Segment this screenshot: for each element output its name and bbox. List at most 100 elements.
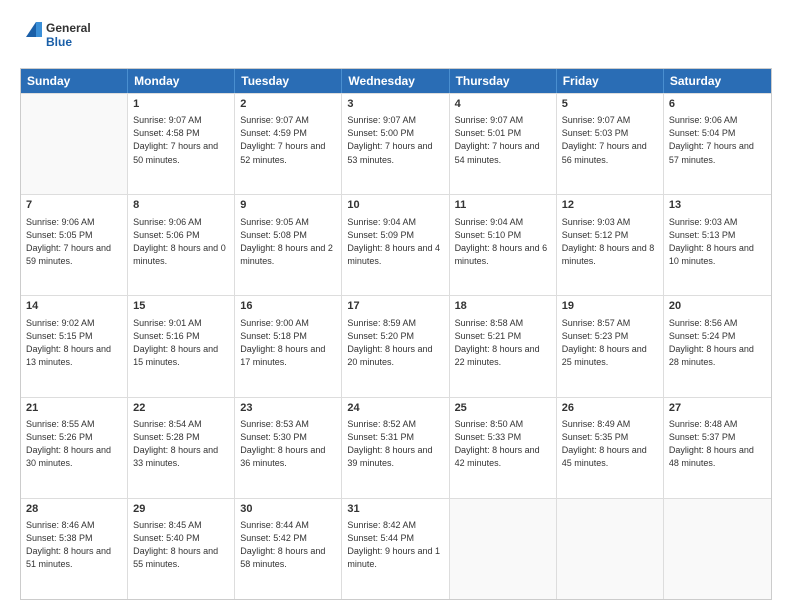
sunset-text: Sunset: 5:00 PM — [347, 127, 443, 140]
daylight-text: Daylight: 8 hours and 45 minutes. — [562, 444, 658, 470]
day-number: 25 — [455, 401, 551, 416]
cal-cell: 10Sunrise: 9:04 AMSunset: 5:09 PMDayligh… — [342, 195, 449, 295]
sunset-text: Sunset: 4:59 PM — [240, 127, 336, 140]
day-number: 2 — [240, 97, 336, 112]
day-number: 8 — [133, 198, 229, 213]
cal-cell — [21, 94, 128, 194]
sunset-text: Sunset: 5:10 PM — [455, 229, 551, 242]
sunset-text: Sunset: 5:09 PM — [347, 229, 443, 242]
daylight-text: Daylight: 8 hours and 0 minutes. — [133, 242, 229, 268]
week-row-3: 14Sunrise: 9:02 AMSunset: 5:15 PMDayligh… — [21, 295, 771, 396]
daylight-text: Daylight: 7 hours and 54 minutes. — [455, 140, 551, 166]
cal-cell: 1Sunrise: 9:07 AMSunset: 4:58 PMDaylight… — [128, 94, 235, 194]
daylight-text: Daylight: 7 hours and 56 minutes. — [562, 140, 658, 166]
cal-cell: 24Sunrise: 8:52 AMSunset: 5:31 PMDayligh… — [342, 398, 449, 498]
day-number: 23 — [240, 401, 336, 416]
cal-cell: 8Sunrise: 9:06 AMSunset: 5:06 PMDaylight… — [128, 195, 235, 295]
daylight-text: Daylight: 8 hours and 17 minutes. — [240, 343, 336, 369]
day-number: 28 — [26, 502, 122, 517]
day-number: 26 — [562, 401, 658, 416]
day-number: 20 — [669, 299, 766, 314]
day-number: 5 — [562, 97, 658, 112]
day-number: 31 — [347, 502, 443, 517]
header-day-friday: Friday — [557, 69, 664, 93]
svg-text:General: General — [46, 21, 90, 35]
sunset-text: Sunset: 5:20 PM — [347, 330, 443, 343]
day-number: 21 — [26, 401, 122, 416]
sunrise-text: Sunrise: 9:03 AM — [562, 216, 658, 229]
sunset-text: Sunset: 5:33 PM — [455, 431, 551, 444]
cal-cell: 7Sunrise: 9:06 AMSunset: 5:05 PMDaylight… — [21, 195, 128, 295]
sunrise-text: Sunrise: 9:00 AM — [240, 317, 336, 330]
sunset-text: Sunset: 5:15 PM — [26, 330, 122, 343]
sunset-text: Sunset: 5:06 PM — [133, 229, 229, 242]
cal-cell: 17Sunrise: 8:59 AMSunset: 5:20 PMDayligh… — [342, 296, 449, 396]
daylight-text: Daylight: 8 hours and 39 minutes. — [347, 444, 443, 470]
daylight-text: Daylight: 7 hours and 50 minutes. — [133, 140, 229, 166]
daylight-text: Daylight: 7 hours and 52 minutes. — [240, 140, 336, 166]
cal-cell: 19Sunrise: 8:57 AMSunset: 5:23 PMDayligh… — [557, 296, 664, 396]
header-day-wednesday: Wednesday — [342, 69, 449, 93]
sunset-text: Sunset: 5:16 PM — [133, 330, 229, 343]
day-number: 13 — [669, 198, 766, 213]
sunrise-text: Sunrise: 8:59 AM — [347, 317, 443, 330]
day-number: 24 — [347, 401, 443, 416]
daylight-text: Daylight: 8 hours and 30 minutes. — [26, 444, 122, 470]
sunset-text: Sunset: 5:26 PM — [26, 431, 122, 444]
daylight-text: Daylight: 8 hours and 33 minutes. — [133, 444, 229, 470]
sunset-text: Sunset: 5:37 PM — [669, 431, 766, 444]
sunrise-text: Sunrise: 9:06 AM — [669, 114, 766, 127]
daylight-text: Daylight: 8 hours and 42 minutes. — [455, 444, 551, 470]
day-number: 17 — [347, 299, 443, 314]
cal-cell: 21Sunrise: 8:55 AMSunset: 5:26 PMDayligh… — [21, 398, 128, 498]
cal-cell: 6Sunrise: 9:06 AMSunset: 5:04 PMDaylight… — [664, 94, 771, 194]
daylight-text: Daylight: 8 hours and 28 minutes. — [669, 343, 766, 369]
sunset-text: Sunset: 5:01 PM — [455, 127, 551, 140]
cal-cell: 20Sunrise: 8:56 AMSunset: 5:24 PMDayligh… — [664, 296, 771, 396]
sunrise-text: Sunrise: 8:56 AM — [669, 317, 766, 330]
week-row-4: 21Sunrise: 8:55 AMSunset: 5:26 PMDayligh… — [21, 397, 771, 498]
daylight-text: Daylight: 8 hours and 13 minutes. — [26, 343, 122, 369]
day-number: 12 — [562, 198, 658, 213]
cal-cell — [450, 499, 557, 599]
cal-cell: 31Sunrise: 8:42 AMSunset: 5:44 PMDayligh… — [342, 499, 449, 599]
cal-cell: 4Sunrise: 9:07 AMSunset: 5:01 PMDaylight… — [450, 94, 557, 194]
cal-cell: 27Sunrise: 8:48 AMSunset: 5:37 PMDayligh… — [664, 398, 771, 498]
sunset-text: Sunset: 5:21 PM — [455, 330, 551, 343]
daylight-text: Daylight: 8 hours and 36 minutes. — [240, 444, 336, 470]
sunrise-text: Sunrise: 8:57 AM — [562, 317, 658, 330]
sunrise-text: Sunrise: 9:06 AM — [26, 216, 122, 229]
sunrise-text: Sunrise: 8:49 AM — [562, 418, 658, 431]
sunrise-text: Sunrise: 9:07 AM — [240, 114, 336, 127]
day-number: 22 — [133, 401, 229, 416]
sunset-text: Sunset: 5:23 PM — [562, 330, 658, 343]
sunset-text: Sunset: 5:13 PM — [669, 229, 766, 242]
day-number: 30 — [240, 502, 336, 517]
sunset-text: Sunset: 5:42 PM — [240, 532, 336, 545]
sunrise-text: Sunrise: 8:52 AM — [347, 418, 443, 431]
daylight-text: Daylight: 8 hours and 4 minutes. — [347, 242, 443, 268]
sunset-text: Sunset: 5:35 PM — [562, 431, 658, 444]
cal-cell: 13Sunrise: 9:03 AMSunset: 5:13 PMDayligh… — [664, 195, 771, 295]
header-day-monday: Monday — [128, 69, 235, 93]
day-number: 18 — [455, 299, 551, 314]
sunset-text: Sunset: 5:12 PM — [562, 229, 658, 242]
cal-cell: 26 Sunrise: 8:49 AMSunset: 5:35 PMDayligh… — [557, 398, 664, 498]
daylight-text: Daylight: 8 hours and 22 minutes. — [455, 343, 551, 369]
header-day-saturday: Saturday — [664, 69, 771, 93]
cal-cell: 9Sunrise: 9:05 AMSunset: 5:08 PMDaylight… — [235, 195, 342, 295]
day-number: 9 — [240, 198, 336, 213]
sunset-text: Sunset: 5:38 PM — [26, 532, 122, 545]
daylight-text: Daylight: 8 hours and 10 minutes. — [669, 242, 766, 268]
sunset-text: Sunset: 5:03 PM — [562, 127, 658, 140]
daylight-text: Daylight: 8 hours and 15 minutes. — [133, 343, 229, 369]
cal-cell: 18Sunrise: 8:58 AMSunset: 5:21 PMDayligh… — [450, 296, 557, 396]
cal-cell: 14Sunrise: 9:02 AMSunset: 5:15 PMDayligh… — [21, 296, 128, 396]
sunrise-text: Sunrise: 9:01 AM — [133, 317, 229, 330]
calendar: SundayMondayTuesdayWednesdayThursdayFrid… — [20, 68, 772, 600]
sunrise-text: Sunrise: 9:04 AM — [347, 216, 443, 229]
logo-svg: General Blue — [20, 16, 90, 58]
day-number: 11 — [455, 198, 551, 213]
sunrise-text: Sunrise: 8:44 AM — [240, 519, 336, 532]
cal-cell: 15Sunrise: 9:01 AMSunset: 5:16 PMDayligh… — [128, 296, 235, 396]
